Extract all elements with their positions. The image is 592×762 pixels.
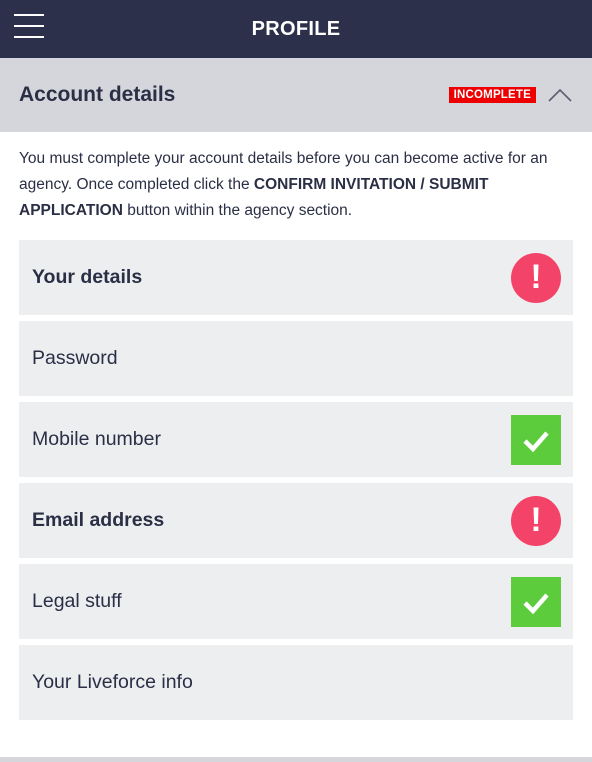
item-label: Mobile number [32, 428, 161, 450]
intro-text: You must complete your account details b… [0, 132, 592, 224]
item-password[interactable]: Password [19, 321, 573, 396]
checkmark-icon [511, 576, 561, 627]
item-label: Email address [32, 509, 165, 531]
chevron-up-icon[interactable] [548, 87, 572, 103]
incomplete-badge: INCOMPLETE [448, 87, 536, 103]
item-legal-stuff[interactable]: Legal stuff [19, 564, 573, 639]
item-your-details[interactable]: Your details ! [19, 240, 573, 315]
checkmark-icon [511, 414, 561, 465]
intro-text-part2: button within the agency section. [122, 202, 353, 219]
item-email-address[interactable]: Email address ! [19, 483, 573, 558]
next-section-edge [0, 757, 592, 762]
account-details-header[interactable]: Account details INCOMPLETE [0, 58, 592, 132]
item-liveforce-info[interactable]: Your Liveforce info [19, 645, 573, 720]
hamburger-menu-icon[interactable] [14, 14, 44, 38]
item-label: Your Liveforce info [32, 671, 193, 693]
item-label: Password [32, 347, 118, 369]
top-bar: PROFILE [0, 0, 592, 58]
section-title: Account details [19, 83, 176, 106]
item-label: Legal stuff [32, 590, 122, 612]
item-label: Your details [32, 266, 143, 288]
account-items-list: Your details ! Password Mobile number Em… [0, 240, 592, 720]
page-title: PROFILE [251, 17, 341, 40]
exclamation-icon: ! [511, 252, 561, 303]
item-mobile-number[interactable]: Mobile number [19, 402, 573, 477]
exclamation-icon: ! [511, 495, 561, 546]
